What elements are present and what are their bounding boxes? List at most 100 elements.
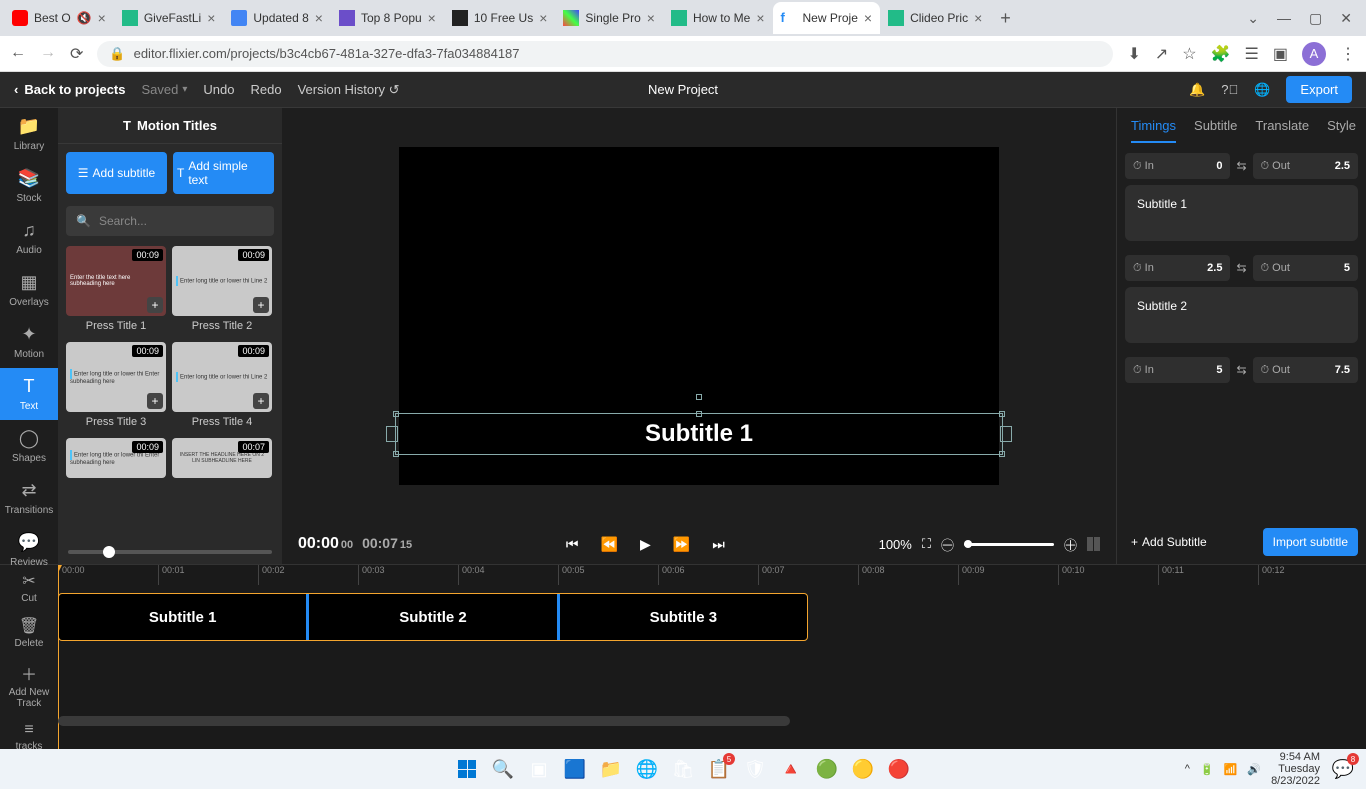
chevron-down-icon[interactable]: ⌄ bbox=[1247, 10, 1259, 27]
new-tab-button[interactable]: + bbox=[990, 8, 1021, 29]
in-time-field[interactable]: ⏱ In0 bbox=[1125, 153, 1230, 179]
tab-6[interactable]: Single Pro× bbox=[555, 2, 663, 34]
subtitle-clip-2[interactable]: Subtitle 2 bbox=[309, 594, 559, 640]
edge-icon[interactable]: 🌐 bbox=[634, 756, 660, 782]
template-6[interactable]: 00:07INSERT THE HEADLINE HERE ON 2 LIN S… bbox=[172, 438, 272, 478]
close-icon[interactable]: × bbox=[864, 10, 872, 26]
sidebar-shapes[interactable]: ◯Shapes bbox=[0, 420, 58, 472]
close-icon[interactable]: × bbox=[974, 10, 982, 26]
bookmark-icon[interactable]: ☆ bbox=[1182, 44, 1196, 64]
widgets-icon[interactable]: 🟦 bbox=[562, 756, 588, 782]
rewind-icon[interactable]: ⏪ bbox=[601, 536, 618, 553]
back-icon[interactable]: ← bbox=[10, 44, 26, 64]
search-input[interactable]: 🔍 Search... bbox=[66, 206, 274, 236]
tab-8-active[interactable]: fNew Proje× bbox=[773, 2, 881, 34]
chrome-icon-1[interactable]: 🟢 bbox=[814, 756, 840, 782]
in-time-field[interactable]: ⏱ In2.5 bbox=[1125, 255, 1230, 281]
side-panel-icon[interactable]: ▣ bbox=[1273, 44, 1288, 64]
battery-icon[interactable]: 🔋 bbox=[1200, 763, 1214, 776]
subtitle-track[interactable]: Subtitle 1 Subtitle 2 Subtitle 3 bbox=[58, 593, 808, 641]
close-icon[interactable]: × bbox=[98, 10, 106, 26]
notifications-icon[interactable]: 💬8 bbox=[1330, 756, 1356, 782]
close-icon[interactable]: × bbox=[428, 10, 436, 26]
add-track-tool[interactable]: ＋Add New Track bbox=[0, 655, 58, 715]
swap-icon[interactable]: ⇆ bbox=[1236, 159, 1246, 173]
tab-7[interactable]: How to Me× bbox=[663, 2, 773, 34]
tab-1[interactable]: Best O🔇× bbox=[4, 2, 114, 34]
skip-end-icon[interactable]: ⏭ bbox=[712, 536, 725, 553]
fullscreen-icon[interactable]: ⛶ bbox=[922, 536, 931, 552]
tab-timings[interactable]: Timings bbox=[1131, 118, 1176, 143]
sidebar-audio[interactable]: ♫Audio bbox=[0, 212, 58, 264]
out-time-field[interactable]: ⏱ Out5 bbox=[1253, 255, 1358, 281]
start-icon[interactable] bbox=[454, 756, 480, 782]
tab-translate[interactable]: Translate bbox=[1255, 118, 1309, 143]
subtitle-clip-3[interactable]: Subtitle 3 bbox=[560, 594, 807, 640]
vlc-icon[interactable]: 🔺 bbox=[778, 756, 804, 782]
video-canvas[interactable]: Subtitle 1 bbox=[399, 147, 999, 485]
reload-icon[interactable]: ⟳ bbox=[70, 44, 83, 64]
minimize-icon[interactable]: — bbox=[1277, 10, 1291, 27]
template-press-title-2[interactable]: 00:09Enter long title or lower thi Line … bbox=[172, 246, 272, 332]
subtitle-text-input[interactable]: Subtitle 2 bbox=[1125, 287, 1358, 343]
close-icon[interactable]: × bbox=[539, 10, 547, 26]
subtitle-text-input[interactable]: Subtitle 1 bbox=[1125, 185, 1358, 241]
chrome-icon-2[interactable]: 🟡 bbox=[850, 756, 876, 782]
add-template-icon[interactable]: + bbox=[147, 297, 163, 313]
zoom-out-icon[interactable]: －⃝ bbox=[941, 535, 954, 554]
close-icon[interactable]: × bbox=[207, 10, 215, 26]
project-title[interactable]: New Project bbox=[648, 82, 718, 97]
tab-9[interactable]: Clideo Pric× bbox=[880, 2, 990, 34]
store-icon[interactable]: 🛍 bbox=[670, 756, 696, 782]
search-icon[interactable]: 🔍 bbox=[490, 756, 516, 782]
zoom-slider[interactable] bbox=[964, 543, 1054, 546]
app-icon[interactable]: 📋5 bbox=[706, 756, 732, 782]
forward-icon[interactable]: ⏩ bbox=[673, 536, 690, 553]
wifi-icon[interactable]: 📶 bbox=[1224, 763, 1238, 776]
chrome-icon-3[interactable]: 🔴 bbox=[886, 756, 912, 782]
tab-subtitle[interactable]: Subtitle bbox=[1194, 118, 1237, 143]
maximize-icon[interactable]: ▢ bbox=[1309, 10, 1322, 27]
swap-icon[interactable]: ⇆ bbox=[1236, 363, 1246, 377]
language-icon[interactable]: 🌐 bbox=[1254, 82, 1270, 98]
sidebar-motion[interactable]: ✦Motion bbox=[0, 316, 58, 368]
forward-icon[interactable]: → bbox=[40, 44, 56, 64]
share-icon[interactable]: ↗ bbox=[1155, 44, 1168, 64]
tab-5[interactable]: 10 Free Us× bbox=[444, 2, 556, 34]
sidebar-text[interactable]: TText bbox=[0, 368, 58, 420]
tab-2[interactable]: GiveFastLi× bbox=[114, 2, 224, 34]
sidebar-stock[interactable]: 📚Stock bbox=[0, 160, 58, 212]
task-view-icon[interactable]: ▣ bbox=[526, 756, 552, 782]
swap-icon[interactable]: ⇆ bbox=[1236, 261, 1246, 275]
import-subtitle-button[interactable]: Import subtitle bbox=[1263, 528, 1358, 556]
help-icon[interactable]: ?⃝ bbox=[1221, 82, 1238, 97]
zoom-in-icon[interactable]: ＋⃝ bbox=[1064, 535, 1077, 554]
aspect-icon[interactable] bbox=[1087, 537, 1100, 551]
add-template-icon[interactable]: + bbox=[253, 297, 269, 313]
add-template-icon[interactable]: + bbox=[147, 393, 163, 409]
volume-icon[interactable]: 🔊 bbox=[1247, 763, 1261, 776]
close-icon[interactable]: × bbox=[315, 10, 323, 26]
timeline-tracks-area[interactable]: 00:00 00:01 00:02 00:03 00:04 00:05 00:0… bbox=[58, 565, 1366, 749]
timeline-scrollbar[interactable] bbox=[58, 716, 790, 726]
delete-tool[interactable]: 🗑Delete bbox=[0, 610, 58, 655]
notifications-icon[interactable]: 🔔 bbox=[1189, 82, 1205, 98]
extensions-icon[interactable]: 🧩 bbox=[1211, 44, 1231, 64]
add-subtitle-button[interactable]: + Add Subtitle bbox=[1125, 529, 1255, 555]
close-icon[interactable]: × bbox=[756, 10, 764, 26]
cut-tool[interactable]: ✂Cut bbox=[0, 565, 58, 610]
timeline-ruler[interactable]: 00:00 00:01 00:02 00:03 00:04 00:05 00:0… bbox=[58, 565, 1366, 585]
menu-icon[interactable]: ⋮ bbox=[1340, 44, 1356, 64]
undo-button[interactable]: Undo bbox=[203, 82, 234, 97]
in-time-field[interactable]: ⏱ In5 bbox=[1125, 357, 1230, 383]
close-icon[interactable]: × bbox=[647, 10, 655, 26]
template-press-title-1[interactable]: 00:09Enter the title text here subheadin… bbox=[66, 246, 166, 332]
add-subtitle-button[interactable]: ☰ Add subtitle bbox=[66, 152, 167, 194]
skip-start-icon[interactable]: ⏮ bbox=[566, 536, 579, 553]
subtitle-overlay[interactable]: Subtitle 1 bbox=[395, 413, 1003, 455]
sidebar-transitions[interactable]: ⇄Transitions bbox=[0, 472, 58, 524]
explorer-icon[interactable]: 📁 bbox=[598, 756, 624, 782]
saved-indicator[interactable]: Saved ▾ bbox=[142, 82, 188, 97]
url-input[interactable]: 🔒 editor.flixier.com/projects/b3c4cb67-4… bbox=[97, 41, 1113, 67]
out-time-field[interactable]: ⏱ Out2.5 bbox=[1253, 153, 1358, 179]
